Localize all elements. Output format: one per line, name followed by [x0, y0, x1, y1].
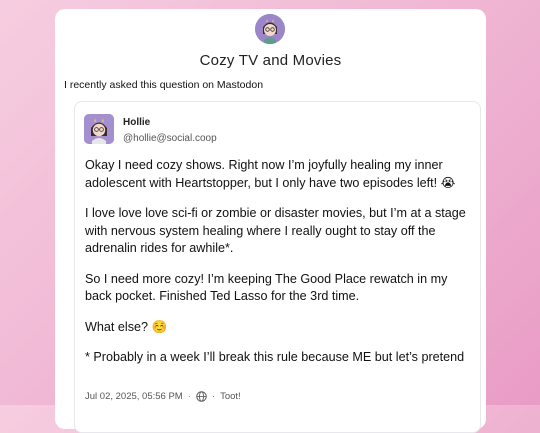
post-card: Cozy TV and Movies I recently asked this…: [55, 9, 486, 433]
embedded-post[interactable]: Hollie @hollie@social.coop Okay I need c…: [74, 101, 481, 433]
post-paragraph: So I need more cozy! I’m keeping The Goo…: [85, 271, 448, 304]
intro-text: I recently asked this question on Mastod…: [64, 79, 264, 91]
post-paragraph: I love love love sci-fi or zombie or dis…: [85, 206, 466, 255]
post-timestamp[interactable]: Jul 02, 2025, 05:56 PM: [85, 391, 183, 402]
app-name[interactable]: Toot!: [220, 391, 241, 402]
meta-separator: ·: [211, 391, 216, 402]
globe-icon: [196, 391, 207, 402]
author-handle[interactable]: @hollie@social.coop: [123, 133, 217, 144]
post-paragraph: What else? ☺️: [85, 319, 168, 334]
author-name[interactable]: Hollie: [123, 117, 150, 128]
post-paragraph: * Probably in a week I’ll break this rul…: [85, 350, 465, 364]
author-avatar[interactable]: [84, 114, 114, 144]
meta-separator: ·: [187, 391, 191, 402]
post-paragraph: Okay I need cozy shows. Right now I’m jo…: [85, 158, 456, 190]
post-meta: Jul 02, 2025, 05:56 PM · · Toot!: [85, 391, 241, 402]
author-avatar-icon: [84, 114, 114, 144]
site-avatar[interactable]: [255, 14, 285, 44]
site-title: Cozy TV and Movies: [199, 52, 342, 69]
avatar-illustration-icon: [255, 14, 285, 44]
post-body: Okay I need cozy shows. Right now I’m jo…: [85, 157, 477, 380]
